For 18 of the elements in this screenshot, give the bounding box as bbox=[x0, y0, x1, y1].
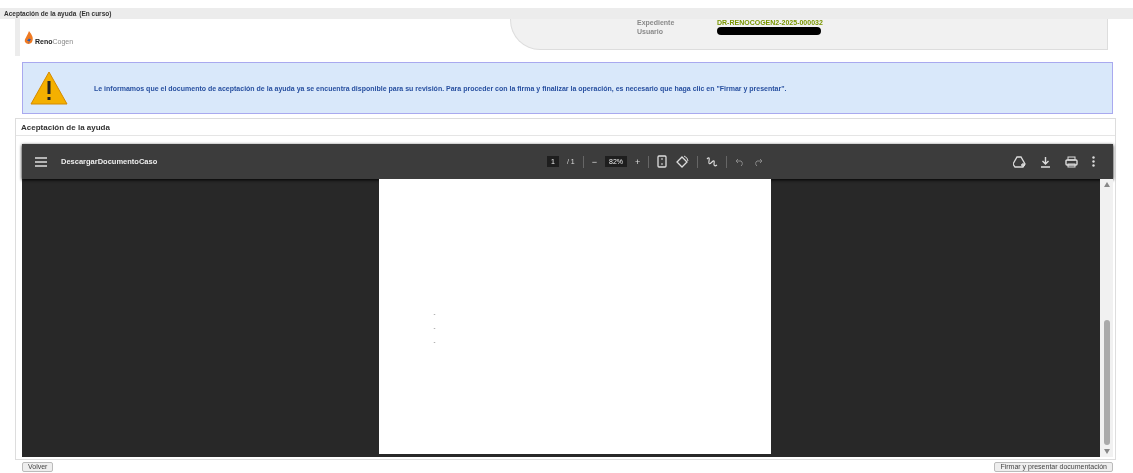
drive-icon[interactable] bbox=[1013, 155, 1026, 168]
flame-icon bbox=[24, 31, 34, 45]
undo-icon[interactable] bbox=[735, 157, 746, 166]
scroll-down-arrow bbox=[1103, 449, 1110, 454]
warning-icon bbox=[30, 71, 68, 105]
scroll-up-arrow bbox=[1103, 182, 1110, 187]
zoom-out-button[interactable]: − bbox=[591, 156, 597, 167]
fit-page-icon[interactable] bbox=[657, 155, 668, 168]
section-title: Aceptación de la ayuda bbox=[16, 119, 1115, 136]
menu-icon[interactable] bbox=[35, 156, 47, 167]
pen-icon[interactable] bbox=[706, 155, 719, 168]
zoom-in-button[interactable]: + bbox=[635, 156, 641, 167]
scroll-thumb[interactable] bbox=[1103, 320, 1110, 445]
download-icon[interactable] bbox=[1040, 155, 1051, 168]
rotate-icon[interactable] bbox=[675, 154, 690, 169]
redo-icon[interactable] bbox=[753, 157, 764, 166]
print-icon[interactable] bbox=[1065, 155, 1078, 168]
more-icon[interactable] bbox=[1092, 156, 1095, 167]
